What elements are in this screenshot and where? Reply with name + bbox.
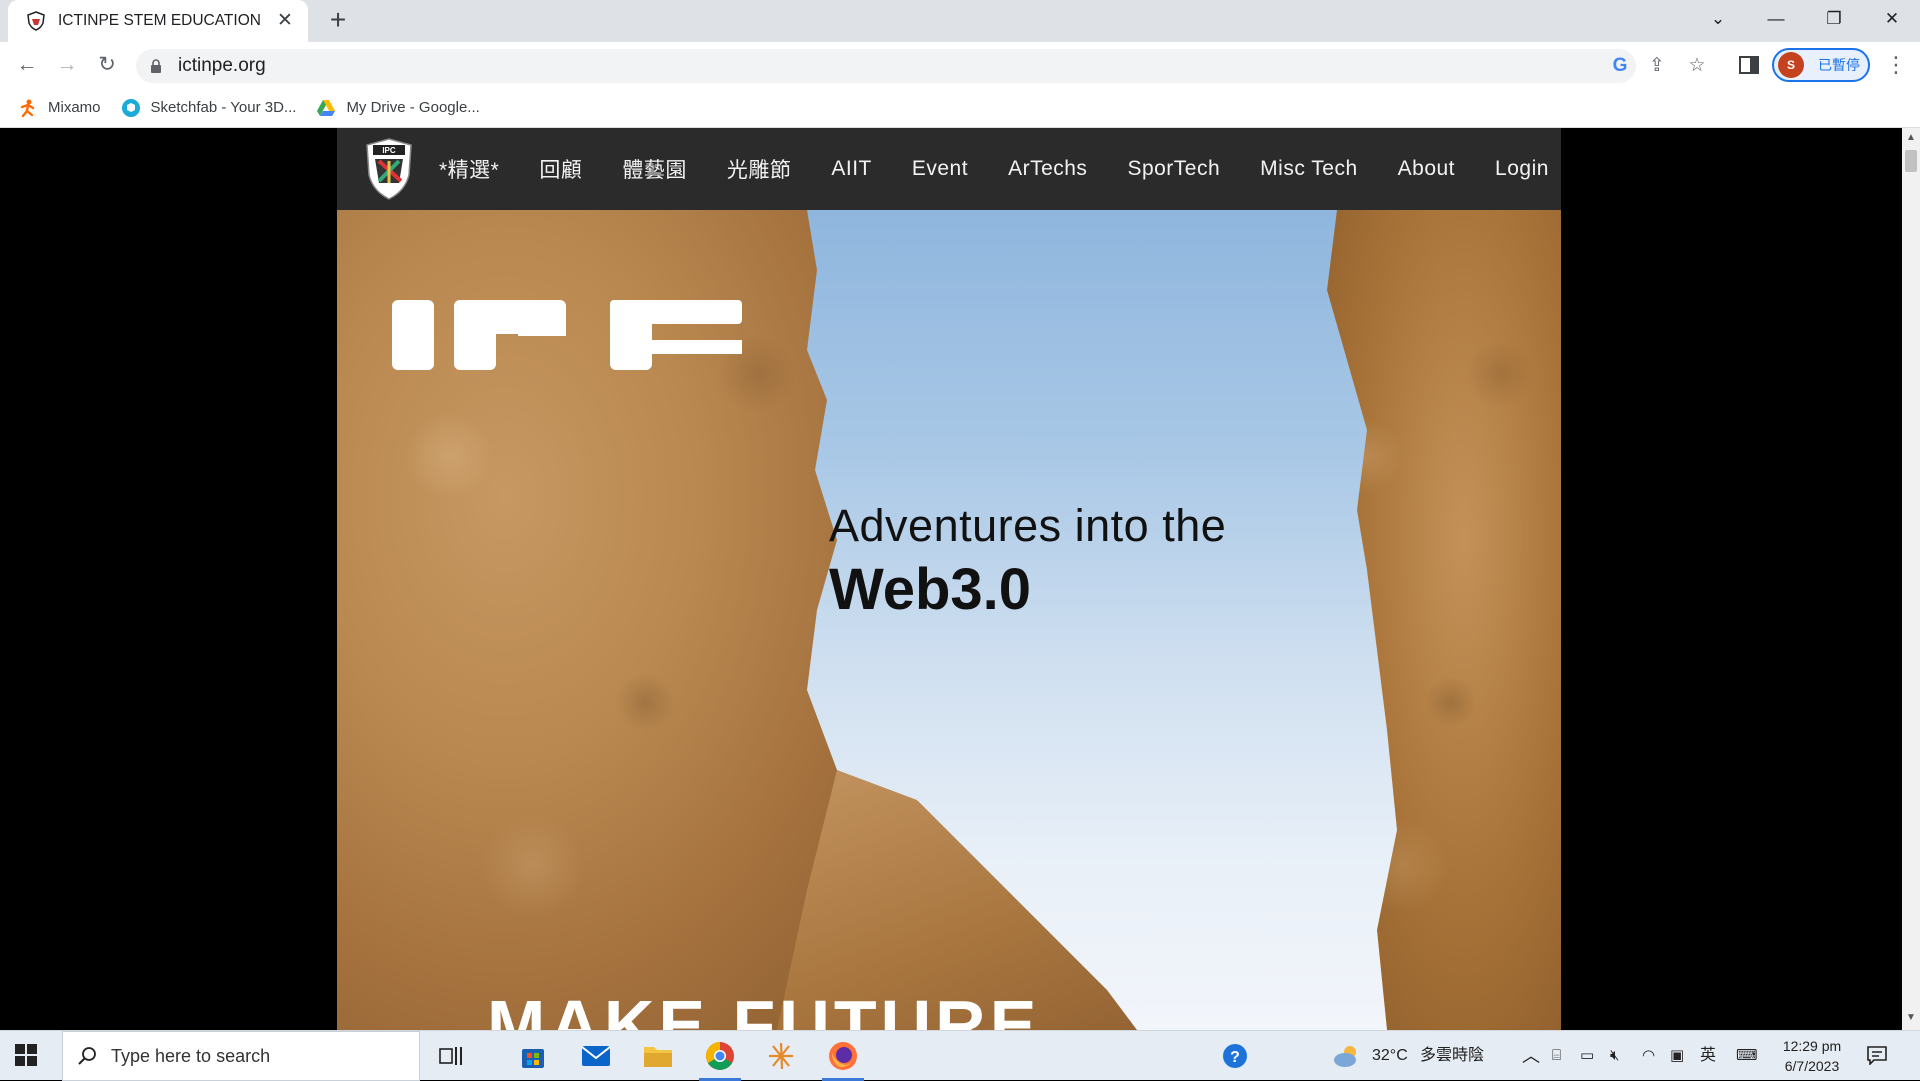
- browser-tab[interactable]: ICTINPE STEM EDUCATION ✕: [8, 0, 308, 42]
- ipc-shield-logo-icon[interactable]: IPC: [363, 137, 415, 201]
- scrollbar-thumb[interactable]: [1905, 150, 1917, 172]
- microsoft-store-icon[interactable]: [512, 1037, 554, 1075]
- hero-headline-line2: Web3.0: [829, 557, 1032, 622]
- search-placeholder: Type here to search: [111, 1045, 271, 1066]
- bookmark-star-icon[interactable]: ☆: [1686, 55, 1708, 77]
- chrome-icon[interactable]: [699, 1037, 741, 1081]
- profile-status-label: 已暫停: [1818, 57, 1860, 73]
- system-clock[interactable]: 12:29 pm 6/7/2023: [1762, 1036, 1862, 1076]
- taskbar-search-input[interactable]: Type here to search: [62, 1031, 420, 1081]
- menu-item-artechs[interactable]: ArTechs: [1008, 157, 1087, 181]
- website: IPC *精選* 回顧 體藝園 光雕節 AIIT Event ArTechs S…: [337, 128, 1561, 1030]
- bookmark-sketchfab[interactable]: Sketchfab - Your 3D...: [121, 98, 297, 118]
- close-tab-icon[interactable]: ✕: [274, 10, 296, 32]
- weather-cloud-icon[interactable]: [1332, 1043, 1362, 1069]
- menu-item-about[interactable]: About: [1398, 157, 1455, 181]
- scroll-up-icon[interactable]: ▲: [1902, 132, 1920, 146]
- menu-item-aiit[interactable]: AIIT: [831, 157, 872, 181]
- forward-arrow-icon[interactable]: →: [52, 50, 82, 80]
- google-translate-icon[interactable]: G: [1609, 55, 1631, 77]
- menu-item-event[interactable]: Event: [912, 157, 968, 181]
- ipc-wordmark-logo-icon: [392, 300, 742, 370]
- menu-item-misc-tech[interactable]: Misc Tech: [1260, 157, 1357, 181]
- file-explorer-icon[interactable]: [637, 1037, 679, 1075]
- sketchfab-icon: [121, 98, 140, 117]
- search-icon: [78, 1047, 96, 1065]
- notification-center-icon[interactable]: [1866, 1045, 1888, 1065]
- hero-section: Adventures into the Web3.0 MAKE FUTURE: [337, 210, 1561, 1030]
- profile-button[interactable]: S 已暫停: [1772, 48, 1870, 82]
- google-drive-icon: [317, 99, 336, 116]
- lock-icon: [151, 59, 161, 73]
- menu-item-login[interactable]: Login: [1495, 157, 1549, 181]
- firefox-icon[interactable]: [822, 1037, 864, 1081]
- bookmark-label: Mixamo: [48, 99, 101, 116]
- menu-item-featured[interactable]: *精選*: [439, 154, 499, 184]
- scroll-down-icon[interactable]: ▼: [1902, 1012, 1920, 1026]
- address-bar[interactable]: ictinpe.org G ⇪ ☆: [136, 49, 1706, 83]
- clock-date: 6/7/2023: [1784, 1058, 1840, 1074]
- close-window-icon[interactable]: ✕: [1864, 0, 1920, 38]
- restore-icon[interactable]: ❐: [1806, 0, 1862, 38]
- tab-search-chevron-icon[interactable]: ⌄: [1690, 0, 1746, 38]
- back-arrow-icon[interactable]: ←: [12, 50, 42, 80]
- weather-temperature[interactable]: 32°C: [1372, 1031, 1408, 1081]
- input-method-icon[interactable]: ⌨: [1736, 1031, 1758, 1081]
- menu-item-sportech[interactable]: SporTech: [1127, 157, 1220, 181]
- svg-text:IPC: IPC: [382, 146, 396, 155]
- clock-time: 12:29 pm: [1782, 1038, 1842, 1054]
- tab-strip: ICTINPE STEM EDUCATION ✕ + ⌄ — ❐ ✕: [0, 0, 1920, 42]
- show-hidden-icons-chevron-icon[interactable]: ︿: [1522, 1031, 1540, 1081]
- hero-headline-line1: Adventures into the: [829, 500, 1227, 551]
- side-panel-icon[interactable]: [1738, 54, 1760, 76]
- menu-item-arts-park[interactable]: 體藝園: [622, 154, 687, 184]
- minimize-icon[interactable]: —: [1748, 0, 1804, 38]
- display-icon[interactable]: ▣: [1670, 1031, 1684, 1081]
- bookmark-label: Sketchfab - Your 3D...: [150, 99, 297, 116]
- page-viewport: IPC *精選* 回顧 體藝園 光雕節 AIIT Event ArTechs S…: [0, 128, 1920, 1030]
- menu-item-review[interactable]: 回顧: [539, 154, 582, 184]
- hero-headline: Adventures into the Web3.0: [829, 500, 1226, 623]
- help-icon[interactable]: ?: [1214, 1037, 1256, 1075]
- site-navigation: IPC *精選* 回顧 體藝園 光雕節 AIIT Event ArTechs S…: [337, 128, 1561, 210]
- speaker-muted-icon[interactable]: 🔇︎: [1610, 1031, 1619, 1081]
- svg-text:?: ?: [1230, 1049, 1240, 1066]
- sparkle-app-icon[interactable]: [760, 1037, 802, 1075]
- windows-taskbar: Type here to search ? 32°C 多雲時陰 ︿ ⌸ ▭ 🔇︎…: [0, 1030, 1920, 1081]
- main-menu: *精選* 回顧 體藝園 光雕節 AIIT Event ArTechs SporT…: [439, 128, 1561, 210]
- bookmark-google-drive[interactable]: My Drive - Google...: [316, 98, 480, 118]
- ime-language-indicator[interactable]: 英: [1700, 1031, 1716, 1081]
- browser-toolbar: ← → ↻ ictinpe.org G ⇪ ☆ S 已暫停 ⋮: [0, 42, 1920, 88]
- windows-start-icon[interactable]: [14, 1043, 38, 1067]
- bookmark-mixamo[interactable]: Mixamo: [18, 98, 101, 118]
- task-view-icon[interactable]: [430, 1037, 472, 1075]
- avatar: S: [1778, 52, 1804, 78]
- url-text[interactable]: ictinpe.org: [178, 55, 266, 77]
- right-cliff-image: [1327, 210, 1561, 1030]
- wifi-icon[interactable]: ◠: [1642, 1031, 1655, 1081]
- weather-description[interactable]: 多雲時陰: [1420, 1031, 1484, 1081]
- share-icon[interactable]: ⇪: [1646, 55, 1668, 77]
- battery-icon[interactable]: ▭: [1580, 1031, 1594, 1081]
- tab-title: ICTINPE STEM EDUCATION: [58, 12, 261, 29]
- page-scrollbar[interactable]: ▲ ▼: [1902, 128, 1920, 1030]
- hero-bottom-text: MAKE FUTURE: [487, 986, 1041, 1030]
- mixamo-icon: [20, 99, 35, 117]
- menu-item-light-festival[interactable]: 光雕節: [727, 154, 792, 184]
- bookmarks-bar: Mixamo Sketchfab - Your 3D... My Drive -…: [0, 88, 1920, 128]
- mail-icon[interactable]: [575, 1037, 617, 1075]
- bookmark-label: My Drive - Google...: [346, 99, 480, 116]
- reload-icon[interactable]: ↻: [92, 50, 122, 80]
- meet-now-icon[interactable]: ⌸: [1552, 1031, 1561, 1081]
- more-menu-icon[interactable]: ⋮: [1884, 50, 1908, 80]
- new-tab-button[interactable]: +: [324, 6, 352, 35]
- site-shield-favicon-icon: [27, 11, 45, 31]
